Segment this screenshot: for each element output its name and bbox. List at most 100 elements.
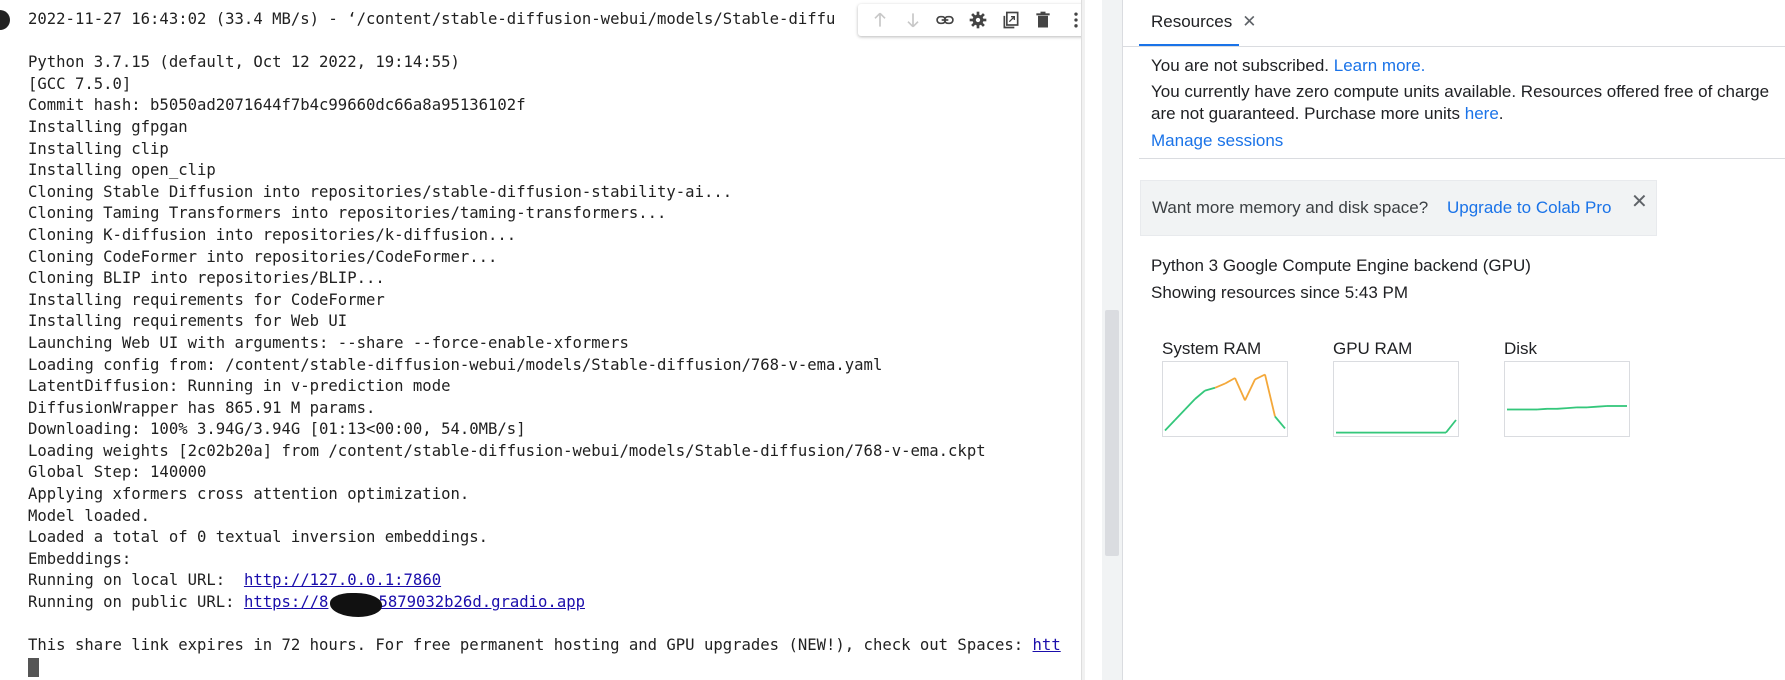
output-line: Loaded a total of 0 textual inversion em… <box>28 528 489 547</box>
resources-tab-strip: Resources ✕ <box>1123 0 1785 47</box>
cell-output-text: 2022-11-27 16:43:02 (33.4 MB/s) - ‘/cont… <box>28 9 1078 678</box>
output-line: Installing clip <box>28 139 169 158</box>
disk-chart <box>1504 361 1630 437</box>
subscription-status: You are not subscribed. Learn more. <box>1151 56 1425 76</box>
move-cell-down-button[interactable] <box>897 4 930 36</box>
pane-resize-handle[interactable] <box>1105 310 1119 556</box>
chart-line-segment <box>1164 419 1176 432</box>
input-cursor[interactable] <box>28 657 39 677</box>
manage-sessions-row: Manage sessions <box>1151 131 1283 151</box>
output-line: Loading config from: /content/stable-dif… <box>28 355 883 374</box>
upgrade-to-colab-pro-link[interactable]: Upgrade to Colab Pro <box>1447 198 1611 218</box>
output-line: Installing gfpgan <box>28 117 188 136</box>
public-url-head: https://8 <box>243 593 329 612</box>
output-line: Installing open_clip <box>28 161 216 180</box>
purchase-here-link[interactable]: here <box>1465 104 1499 123</box>
close-icon[interactable]: ✕ <box>1631 189 1648 214</box>
share-notice-text: This share link expires in 72 hours. For… <box>28 636 1033 655</box>
output-line: Model loaded. <box>28 506 151 525</box>
chart-line-segment <box>1264 374 1276 417</box>
public-url-tail: 5879032b26d.gradio.app <box>378 593 585 612</box>
trash-icon <box>1036 11 1050 28</box>
local-url-label: Running on local URL: <box>28 571 244 590</box>
cell-run-indicator[interactable] <box>0 10 10 30</box>
mirror-cell-button[interactable] <box>994 4 1027 36</box>
cell-toolbar <box>858 4 1085 36</box>
spaces-link[interactable]: htt <box>1033 636 1061 654</box>
delete-cell-button[interactable] <box>1027 4 1060 36</box>
chart-line-segment <box>1274 415 1286 429</box>
move-cell-up-button[interactable] <box>864 4 897 36</box>
output-line: This share link expires in 72 hours. For… <box>28 635 1078 657</box>
local-url-link[interactable]: http://127.0.0.1:7860 <box>244 571 441 589</box>
output-line: Running on local URL: http://127.0.0.1:7… <box>28 570 1078 592</box>
chart-line-segment <box>1536 407 1548 411</box>
output-line: Running on public URL: https://8 5879032b… <box>28 592 1078 614</box>
chart-line-segment <box>1586 405 1598 409</box>
chart-line-segment <box>1556 407 1568 410</box>
gpu-ram-chart <box>1333 361 1459 437</box>
output-line: LatentDiffusion: Running in v-prediction… <box>28 377 451 396</box>
chart-line-segment <box>1596 405 1608 408</box>
output-line: Installing requirements for CodeFormer <box>28 290 385 309</box>
zero-units-line1: You currently have zero compute units av… <box>1151 82 1770 101</box>
pane-resize-gutter[interactable] <box>1102 0 1122 680</box>
output-line: Python 3.7.15 (default, Oct 12 2022, 19:… <box>28 53 460 72</box>
section-divider <box>1139 158 1785 159</box>
gpu-ram-chart-svg <box>1336 419 1457 434</box>
output-line: [GCC 7.5.0] <box>28 74 132 93</box>
link-icon <box>936 15 955 25</box>
output-line: Embeddings: <box>28 549 132 568</box>
output-blank-line <box>28 614 1078 636</box>
chart-line-segment <box>1214 382 1226 389</box>
chart-line-segment <box>1254 373 1266 381</box>
output-line: Downloading: 100% 3.94G/3.94G [01:13<00:… <box>28 420 526 439</box>
system-ram-chart-svg <box>1164 373 1286 432</box>
disk-label: Disk <box>1504 339 1538 358</box>
disk-chart-svg <box>1507 405 1627 411</box>
output-line: Cloning BLIP into repositories/BLIP... <box>28 269 385 288</box>
period-text: . <box>1498 104 1504 123</box>
zero-units-line2: are not guaranteed. Purchase more units … <box>1151 104 1504 124</box>
output-line: Commit hash: b5050ad2071644f7b4c99660dc6… <box>28 96 526 115</box>
chart-line-segment <box>1445 419 1457 434</box>
public-url-label: Running on public URL: <box>28 593 244 612</box>
upgrade-prompt-text: Want more memory and disk space? <box>1152 198 1429 217</box>
chart-line-segment <box>1204 386 1216 392</box>
output-line: Installing requirements for Web UI <box>28 312 348 331</box>
gear-icon <box>969 11 987 29</box>
public-url-link[interactable]: https://8 5879032b26d.gradio.app <box>244 593 585 611</box>
backend-info: Python 3 Google Compute Engine backend (… <box>1151 256 1531 275</box>
output-line: Cloning Stable Diffusion into repositori… <box>28 182 733 201</box>
system-ram-label: System RAM <box>1162 339 1262 358</box>
close-icon[interactable]: ✕ <box>1242 12 1256 32</box>
not-subscribed-text: You are not subscribed. <box>1151 56 1329 75</box>
output-line: Cloning Taming Transformers into reposit… <box>28 204 667 223</box>
output-line: Cloning CodeFormer into repositories/Cod… <box>28 247 498 266</box>
output-line: DiffusionWrapper has 865.91 M params. <box>28 398 376 417</box>
chart-line-segment <box>1224 377 1236 385</box>
copy-link-button[interactable] <box>929 4 962 36</box>
learn-more-link[interactable]: Learn more. <box>1334 56 1426 75</box>
chart-line-segment <box>1174 408 1186 421</box>
output-line: Launching Web UI with arguments: --share… <box>28 333 629 352</box>
output-line: Loading weights [2c02b20a] from /content… <box>28 441 986 460</box>
cell-settings-button[interactable] <box>962 4 995 36</box>
zero-units-line2-text: are not guaranteed. Purchase more units <box>1151 104 1465 123</box>
output-scrollbar[interactable] <box>1081 0 1085 680</box>
system-ram-chart <box>1162 361 1288 437</box>
tab-resources-label: Resources <box>1151 12 1233 31</box>
chart-line-segment <box>1234 377 1246 401</box>
chart-line-segment <box>1194 389 1206 400</box>
upgrade-banner: Want more memory and disk space? Upgrade… <box>1140 180 1657 236</box>
output-line: Applying xformers cross attention optimi… <box>28 485 470 504</box>
manage-sessions-link[interactable]: Manage sessions <box>1151 131 1283 150</box>
output-line: Cloning K-diffusion into repositories/k-… <box>28 225 517 244</box>
cell-output-pane: 2022-11-27 16:43:02 (33.4 MB/s) - ‘/cont… <box>0 0 1085 680</box>
gpu-ram-label: GPU RAM <box>1333 339 1413 358</box>
tab-resources[interactable]: Resources ✕ <box>1139 0 1257 46</box>
resources-since: Showing resources since 5:43 PM <box>1151 283 1409 302</box>
arrow-down-icon <box>907 13 919 28</box>
resources-panel: Resources ✕ You are not subscribed. Lear… <box>1123 0 1785 680</box>
arrow-up-icon <box>874 12 886 27</box>
